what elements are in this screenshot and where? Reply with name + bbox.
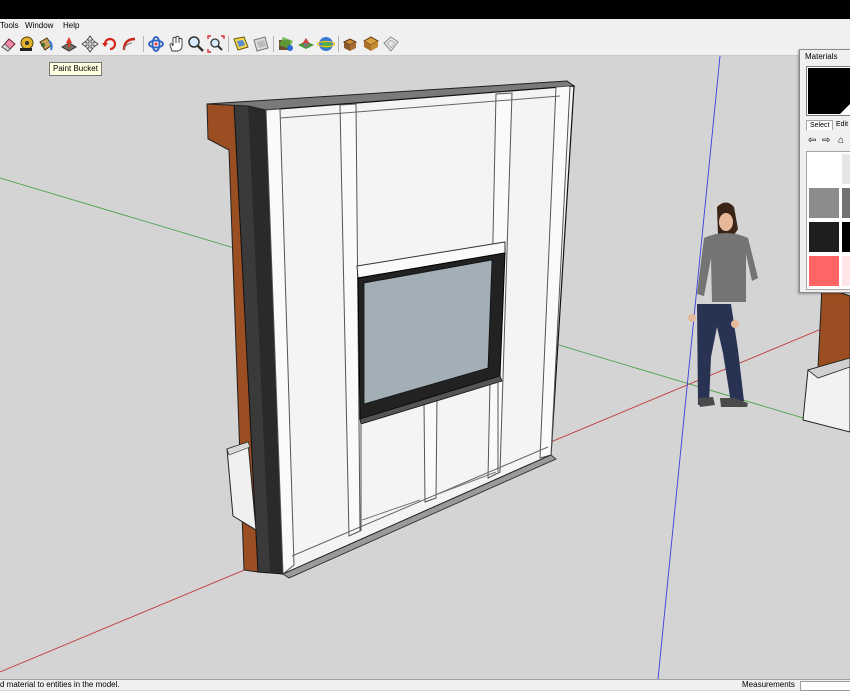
eraser-icon[interactable] [0, 35, 18, 53]
home-icon[interactable]: ⌂ [838, 135, 850, 147]
measurements-input[interactable] [800, 681, 850, 691]
rotate-icon[interactable] [101, 35, 119, 53]
extension-warehouse-icon[interactable] [362, 35, 380, 53]
toolbar-separator [273, 36, 274, 52]
push-pull-icon[interactable] [60, 35, 78, 53]
menu-item-tools[interactable]: Tools [0, 19, 19, 33]
get-photo-texture-icon[interactable] [277, 35, 295, 53]
drawing-viewport[interactable] [0, 56, 850, 679]
back-arrow-icon[interactable]: ⇦ [808, 135, 820, 147]
move-icon[interactable] [81, 35, 99, 53]
wall-stud [423, 397, 438, 503]
material-swatch-grid [806, 151, 850, 290]
current-material-preview[interactable] [806, 66, 850, 116]
tape-measure-icon[interactable] [18, 35, 36, 53]
tab-edit[interactable]: Edit [836, 121, 848, 128]
wall-assembly [206, 80, 576, 579]
zoom-icon[interactable] [187, 35, 205, 53]
share-model-icon[interactable] [252, 35, 270, 53]
toolbar-separator [228, 36, 229, 52]
paint-bucket-icon[interactable] [37, 35, 55, 53]
material-swatch[interactable] [842, 222, 850, 252]
toolbar-separator [338, 36, 339, 52]
material-swatch[interactable] [842, 154, 850, 184]
tool-tooltip: Paint Bucket [49, 62, 102, 76]
model-scene [0, 56, 850, 679]
add-location-icon[interactable] [297, 35, 315, 53]
forward-arrow-icon[interactable]: ⇨ [822, 135, 834, 147]
material-swatch[interactable] [842, 188, 850, 218]
zoom-extents-icon[interactable] [207, 35, 225, 53]
send-to-layout-icon[interactable] [382, 35, 400, 53]
material-swatch[interactable] [809, 154, 839, 184]
pan-icon[interactable] [167, 35, 185, 53]
google-earth-icon[interactable] [317, 35, 335, 53]
material-swatch[interactable] [809, 188, 839, 218]
components-icon[interactable] [342, 35, 360, 53]
menu-bar: Tools Window Help [0, 19, 850, 33]
material-swatch[interactable] [842, 256, 850, 286]
window-title-bar [0, 0, 850, 19]
material-swatch[interactable] [809, 256, 839, 286]
scale-figure-person [688, 202, 758, 407]
menu-item-help[interactable]: Help [63, 19, 79, 33]
follow-me-icon[interactable] [121, 35, 139, 53]
materials-panel-title: Materials [805, 52, 838, 61]
toolbar-separator [143, 36, 144, 52]
orbit-icon[interactable] [147, 35, 165, 53]
menu-item-window[interactable]: Window [25, 19, 53, 33]
get-models-icon[interactable] [232, 35, 250, 53]
status-bar: d material to entities in the model. Mea… [0, 679, 850, 691]
partial-cabinet-object [802, 285, 850, 433]
material-swatch[interactable] [809, 222, 839, 252]
blue-axis [657, 56, 721, 679]
main-toolbar [0, 33, 850, 56]
materials-panel: Materials Select Edit ⇦ ⇨ ⌂ [799, 49, 850, 293]
tab-select[interactable]: Select [806, 120, 834, 130]
